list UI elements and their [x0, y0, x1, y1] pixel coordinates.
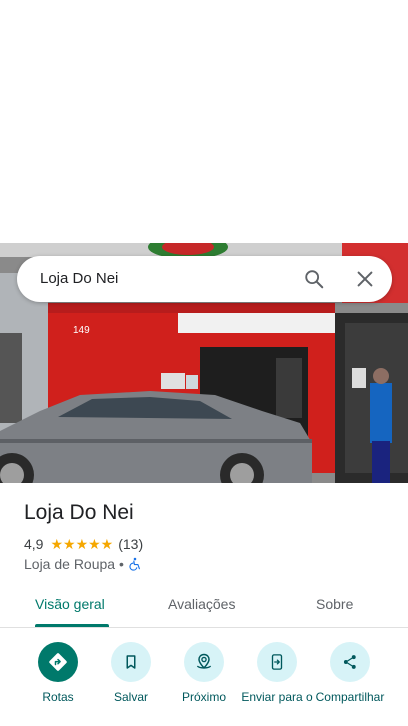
action-bar: Rotas Salvar Próximo Enviar para o Compa…	[0, 642, 408, 726]
close-icon[interactable]	[354, 268, 376, 290]
send-to-phone-circle[interactable]	[257, 642, 297, 682]
review-count[interactable]: (13)	[118, 536, 143, 552]
place-title: Loja Do Nei	[24, 501, 134, 524]
rating-value: 4,9	[24, 536, 44, 552]
nearby-icon	[196, 653, 212, 669]
map-area-blank	[0, 0, 408, 243]
category-row: Loja de Roupa •	[24, 556, 142, 572]
share-button[interactable]: Compartilhar	[310, 642, 390, 704]
search-bar[interactable]: Loja Do Nei	[17, 256, 392, 302]
save-label: Salvar	[113, 690, 148, 704]
save-circle[interactable]	[111, 642, 151, 682]
nearby-circle[interactable]	[184, 642, 224, 682]
search-icon[interactable]	[303, 268, 325, 290]
directions-circle[interactable]	[38, 642, 78, 682]
share-icon	[343, 655, 356, 669]
save-button[interactable]: Salvar	[91, 642, 171, 704]
send-to-phone-button[interactable]: Enviar para o	[237, 642, 317, 704]
share-label: Compartilhar	[315, 690, 385, 704]
place-tabs: Visão geral Avaliações Sobre	[0, 584, 408, 628]
tab-overview[interactable]: Visão geral	[35, 596, 105, 612]
rating-row[interactable]: 4,9 ★★★★★ (13)	[24, 536, 143, 552]
place-category: Loja de Roupa •	[24, 556, 124, 572]
tab-about[interactable]: Sobre	[316, 596, 353, 612]
send-to-phone-icon	[271, 654, 283, 670]
rating-stars-icon: ★★★★★	[50, 536, 114, 552]
nearby-label: Próximo	[181, 690, 226, 704]
active-tab-indicator	[35, 624, 109, 627]
tab-reviews[interactable]: Avaliações	[168, 596, 235, 612]
storefront-number: 149	[73, 325, 90, 336]
directions-icon	[49, 653, 67, 671]
share-circle[interactable]	[330, 642, 370, 682]
directions-button[interactable]: Rotas	[18, 642, 98, 704]
nearby-button[interactable]: Próximo	[164, 642, 244, 704]
search-input[interactable]: Loja Do Nei	[40, 270, 118, 287]
send-to-phone-label: Enviar para o	[241, 690, 313, 704]
wheelchair-accessible-icon	[129, 557, 140, 571]
bookmark-icon	[126, 655, 136, 669]
directions-label: Rotas	[42, 690, 74, 704]
